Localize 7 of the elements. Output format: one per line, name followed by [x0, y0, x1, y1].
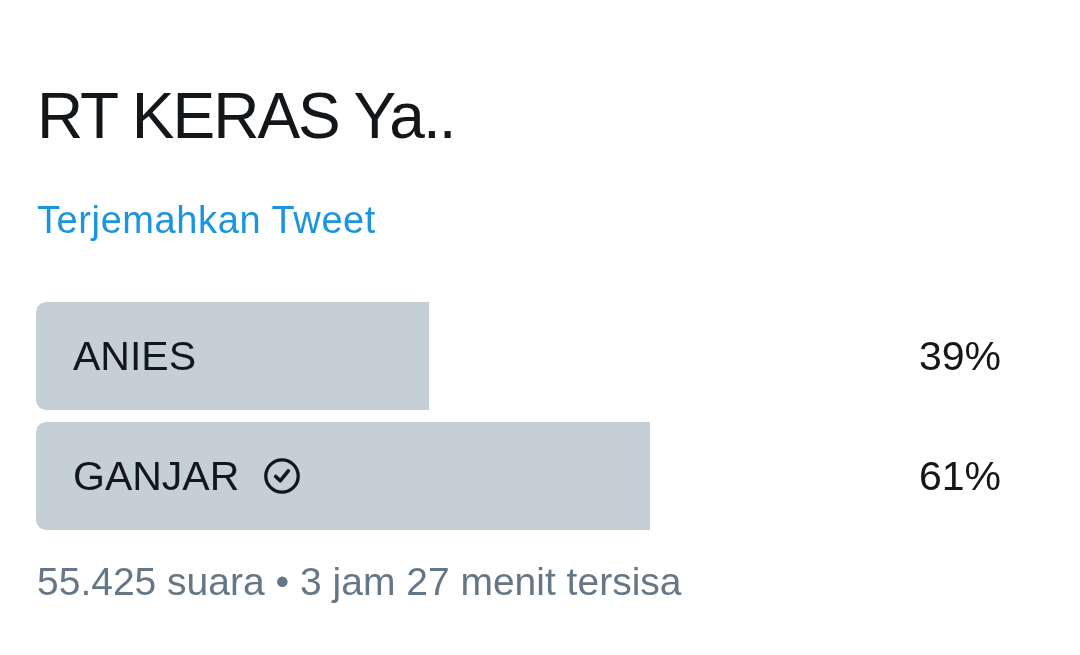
- poll-summary: 55.425 suara • 3 jam 27 menit tersisa: [37, 559, 682, 605]
- poll-option-label: GANJAR: [73, 452, 240, 500]
- poll-percentage: 39%: [918, 332, 1001, 380]
- translate-tweet-link[interactable]: Terjemahkan Tweet: [37, 198, 376, 242]
- tweet-text: RT KERAS Ya..: [37, 79, 455, 154]
- poll-option-label: ANIES: [73, 332, 197, 380]
- poll-percentage: 61%: [918, 452, 1001, 500]
